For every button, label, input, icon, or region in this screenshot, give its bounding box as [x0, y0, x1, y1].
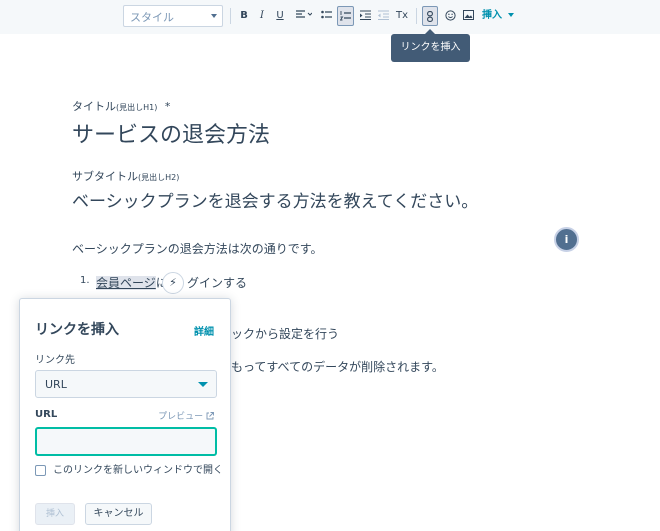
- subtitle-label-text: サブタイトル: [72, 170, 138, 183]
- chevron-down-icon: [211, 14, 217, 18]
- new-window-option[interactable]: このリンクを新しいウィンドウで開く: [35, 463, 225, 478]
- new-window-label: このリンクを新しいウィンドウで開く: [53, 465, 223, 476]
- new-window-checkbox[interactable]: [35, 465, 46, 476]
- indent-button[interactable]: [357, 6, 373, 26]
- numbered-list-button[interactable]: [337, 6, 354, 26]
- insert-link-tooltip: リンクを挿入: [391, 29, 470, 62]
- underline-button[interactable]: U: [272, 6, 288, 26]
- toolbar-divider: [230, 8, 231, 24]
- selected-link-text[interactable]: 会員ページ: [96, 276, 156, 290]
- preview-link-label: プレビュー: [158, 412, 204, 422]
- link-target-label: リンク先: [35, 355, 75, 366]
- subtitle-label: サブタイトル(見出しH2): [72, 168, 179, 184]
- link-target-value: URL: [45, 378, 67, 391]
- url-label: URL: [35, 409, 58, 420]
- align-left-icon: [296, 10, 312, 18]
- indent-icon: [359, 10, 371, 20]
- insert-menu-label: 挿入: [482, 10, 502, 21]
- insert-menu[interactable]: 挿入: [482, 6, 515, 26]
- list-item-text: グインする: [187, 276, 248, 290]
- style-select-value: スタイル: [130, 11, 174, 24]
- cancel-button[interactable]: キャンセル: [85, 503, 152, 525]
- info-button[interactable]: i: [554, 227, 579, 252]
- title-label-text: タイトル: [72, 100, 116, 113]
- image-icon: [462, 10, 474, 20]
- style-select[interactable]: スタイル: [123, 5, 223, 27]
- url-input[interactable]: [35, 427, 217, 456]
- clear-format-button[interactable]: Tx: [394, 6, 410, 26]
- paragraph-text: もってすべてのデータが削除されます。: [231, 360, 444, 374]
- list-item-text: ックから設定を行う: [231, 327, 340, 341]
- external-link-icon: [206, 412, 214, 420]
- preview-link[interactable]: プレビュー: [158, 409, 214, 422]
- link-icon: [427, 11, 433, 22]
- page-title[interactable]: サービスの退会方法: [72, 117, 270, 149]
- italic-button[interactable]: I: [254, 6, 270, 26]
- insert-link-button[interactable]: [422, 6, 438, 26]
- toolbar-divider: [416, 8, 417, 24]
- bulleted-list-icon: [320, 10, 332, 19]
- image-button[interactable]: [460, 6, 476, 26]
- numbered-list-icon: [340, 11, 351, 21]
- subtitle-label-hint: (見出しH2): [138, 173, 180, 182]
- emoji-icon: [444, 10, 456, 21]
- link-target-select[interactable]: URL: [35, 370, 217, 398]
- caret-down-icon: [198, 382, 208, 387]
- insert-link-popover: リンクを挿入 詳細 リンク先 URL URL プレビュー このリンクを新しいウィ…: [19, 298, 231, 531]
- bold-button[interactable]: B: [236, 6, 252, 26]
- chevron-down-icon: [508, 13, 515, 17]
- emoji-button[interactable]: [442, 6, 458, 26]
- popover-title: リンクを挿入: [35, 322, 119, 338]
- title-label: タイトル(見出しH1) *: [72, 98, 170, 114]
- required-marker: *: [164, 100, 171, 113]
- intro-paragraph[interactable]: ベーシックプランの退会方法は次の通りです。: [72, 240, 323, 257]
- list-item[interactable]: 会員ページに: [96, 274, 168, 291]
- align-button[interactable]: [293, 6, 315, 26]
- insert-button[interactable]: 挿入: [35, 503, 75, 525]
- outdent-button[interactable]: [375, 6, 391, 26]
- title-label-hint: (見出しH1): [116, 103, 158, 112]
- detail-link[interactable]: 詳細: [194, 323, 214, 338]
- bulleted-list-button[interactable]: [318, 6, 334, 26]
- page-subtitle[interactable]: ベーシックプランを退会する方法を教えてください。: [72, 187, 478, 212]
- outdent-icon: [377, 10, 389, 20]
- list-number: 1.: [80, 275, 90, 286]
- lightning-icon[interactable]: ⚡: [162, 272, 184, 294]
- editor-toolbar: スタイル B I U Tx 挿入: [0, 0, 660, 34]
